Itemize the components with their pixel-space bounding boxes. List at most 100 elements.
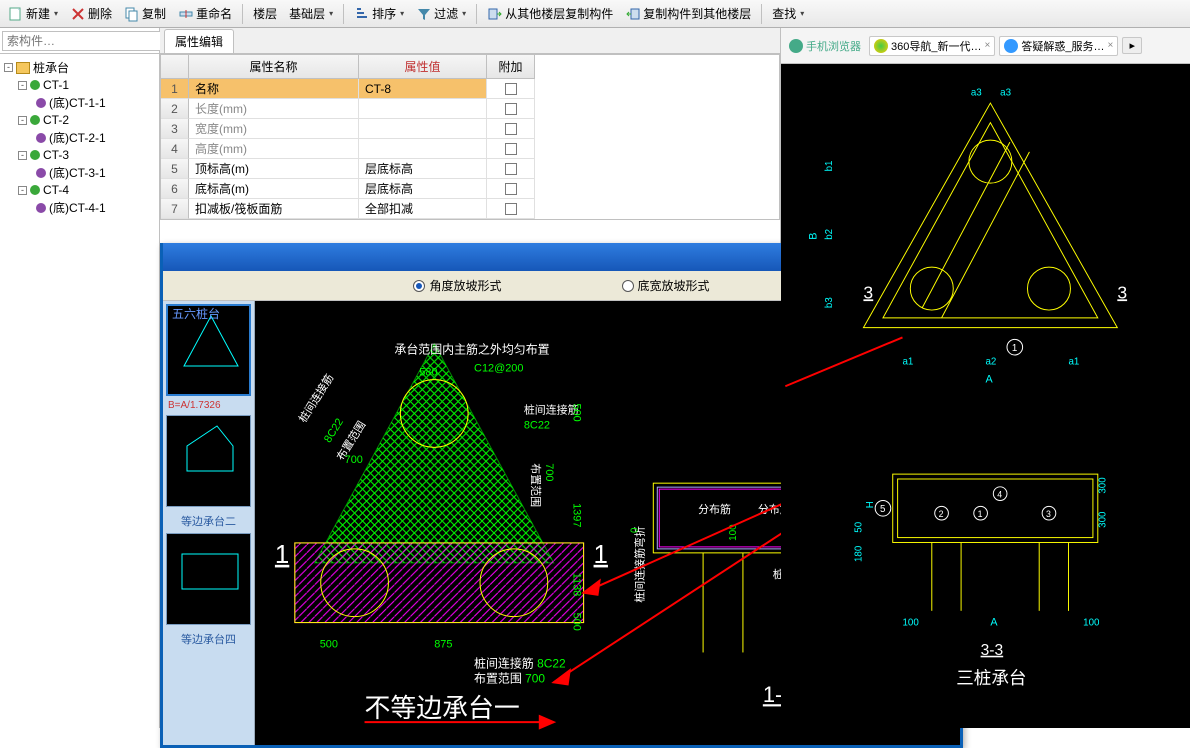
property-value[interactable]: 层底标高 (359, 159, 487, 179)
property-value[interactable]: CT-8 (359, 79, 487, 99)
svg-text:500: 500 (571, 613, 583, 631)
new-icon (8, 6, 24, 22)
thumbnail-column: 五六桩台 B=A/1.7326 等边承台二 等边承台四 (163, 301, 255, 745)
tree-item[interactable]: (底)CT-4-1 (2, 198, 157, 217)
radio-angle-slope[interactable]: 角度放坡形式 (413, 277, 501, 294)
property-grid: 属性名称 属性值 附加 1名称CT-82长度(mm)3宽度(mm)4高度(mm)… (160, 54, 780, 220)
radio-off-icon (622, 280, 634, 292)
svg-text:1138: 1138 (571, 573, 583, 597)
svg-text:3-3: 3-3 (981, 642, 1004, 659)
svg-text:三桩承台: 三桩承台 (956, 668, 1026, 688)
svg-text:不等边承台一: 不等边承台一 (365, 694, 520, 723)
svg-text:700: 700 (543, 463, 555, 481)
thumbnail[interactable] (166, 533, 251, 625)
tree-item[interactable]: -CT-4 (2, 182, 157, 198)
svg-text:1: 1 (1012, 343, 1017, 354)
property-row[interactable]: 6底标高(m)层底标高 (161, 179, 779, 199)
property-extra[interactable] (487, 139, 535, 159)
svg-text:100: 100 (1083, 617, 1100, 628)
formula-label: B=A/1.7326 (168, 400, 249, 411)
svg-text:C12@200: C12@200 (474, 363, 523, 375)
tree-item[interactable]: -CT-1 (2, 77, 157, 93)
svg-text:300: 300 (1098, 477, 1109, 494)
copy-from-other-button[interactable]: 从其他楼层复制构件 (483, 3, 617, 24)
browser-tab[interactable]: 360导航_新一代…× (869, 36, 995, 56)
row-number: 2 (161, 99, 189, 119)
property-value[interactable] (359, 139, 487, 159)
property-extra[interactable] (487, 99, 535, 119)
tree-item[interactable]: (底)CT-1-1 (2, 93, 157, 112)
svg-text:b2: b2 (824, 229, 835, 240)
svg-text:A: A (986, 373, 994, 385)
tab-property-edit[interactable]: 属性编辑 (164, 29, 234, 53)
tree-root[interactable]: - 桩承台 (2, 58, 157, 77)
sort-icon (354, 6, 370, 22)
property-row[interactable]: 1名称CT-8 (161, 79, 779, 99)
svg-text:五六桩台: 五六桩台 (172, 306, 220, 321)
property-name: 名称 (189, 79, 359, 99)
checkbox-icon (505, 163, 517, 175)
tree-item[interactable]: (底)CT-3-1 (2, 163, 157, 182)
svg-text:700: 700 (345, 454, 363, 466)
thumbnail-label: 等边承台四 (166, 631, 251, 647)
browser-tab[interactable]: 答疑解惑_服务…× (999, 36, 1118, 56)
checkbox-icon (505, 123, 517, 135)
layer-select[interactable]: 基础层▾ (285, 3, 337, 24)
svg-text:500: 500 (571, 404, 583, 422)
property-extra[interactable] (487, 79, 535, 99)
new-button[interactable]: 新建▾ (4, 3, 62, 24)
svg-text:B: B (808, 233, 820, 240)
filter-icon (416, 6, 432, 22)
property-row[interactable]: 2长度(mm) (161, 99, 779, 119)
new-tab-button[interactable]: ▸ (1122, 37, 1142, 54)
tree-item[interactable]: -CT-2 (2, 112, 157, 128)
rename-button[interactable]: 重命名 (174, 3, 236, 24)
property-row[interactable]: 7扣减板/筏板面筋全部扣减 (161, 199, 779, 219)
property-value[interactable]: 层底标高 (359, 179, 487, 199)
property-value[interactable] (359, 99, 487, 119)
tree-item[interactable]: -CT-3 (2, 147, 157, 163)
svg-text:8C22: 8C22 (322, 416, 346, 445)
svg-text:H: H (865, 501, 876, 508)
svg-text:8C22: 8C22 (524, 419, 550, 431)
row-number: 3 (161, 119, 189, 139)
find-button[interactable]: 查找▾ (768, 3, 808, 24)
search-input[interactable] (2, 31, 167, 51)
property-extra[interactable] (487, 159, 535, 179)
svg-text:b1: b1 (824, 161, 835, 172)
filter-button[interactable]: 过滤▾ (412, 3, 470, 24)
sort-button[interactable]: 排序▾ (350, 3, 408, 24)
property-row[interactable]: 3宽度(mm) (161, 119, 779, 139)
cad-canvas[interactable]: 3 3 1 a3 a3 b1 b2 b3 B a1 a2 a1 A (781, 64, 1190, 728)
delete-button[interactable]: 删除 (66, 3, 116, 24)
property-value[interactable]: 全部扣减 (359, 199, 487, 219)
copy-to-other-button[interactable]: 复制构件到其他楼层 (621, 3, 755, 24)
browser-tab[interactable]: 手机浏览器 (785, 37, 865, 55)
property-value[interactable] (359, 119, 487, 139)
dropdown-icon: ▾ (54, 9, 58, 18)
thumbnail[interactable] (166, 415, 251, 507)
property-extra[interactable] (487, 119, 535, 139)
property-row[interactable]: 4高度(mm) (161, 139, 779, 159)
svg-text:300: 300 (1098, 511, 1109, 528)
svg-text:桩间连接筋 8C22: 桩间连接筋 8C22 (474, 655, 566, 670)
row-number: 6 (161, 179, 189, 199)
radio-bottom-width-slope[interactable]: 底宽放坡形式 (622, 277, 710, 294)
svg-text:a2: a2 (986, 357, 997, 368)
row-number: 5 (161, 159, 189, 179)
close-icon[interactable]: × (1107, 40, 1113, 51)
property-extra[interactable] (487, 199, 535, 219)
property-row[interactable]: 5顶标高(m)层底标高 (161, 159, 779, 179)
close-icon[interactable]: × (984, 40, 990, 51)
property-extra[interactable] (487, 179, 535, 199)
property-name: 宽度(mm) (189, 119, 359, 139)
svg-text:a3: a3 (1000, 87, 1011, 98)
sub-component-icon (36, 98, 46, 108)
copy-button[interactable]: 复制 (120, 3, 170, 24)
svg-text:0: 0 (629, 527, 640, 533)
thumbnail[interactable]: 五六桩台 (166, 304, 251, 396)
property-name: 扣减板/筏板面筋 (189, 199, 359, 219)
tree-item[interactable]: (底)CT-2-1 (2, 128, 157, 147)
collapse-icon[interactable]: - (4, 63, 13, 72)
floor-label: 楼层 (249, 3, 281, 24)
